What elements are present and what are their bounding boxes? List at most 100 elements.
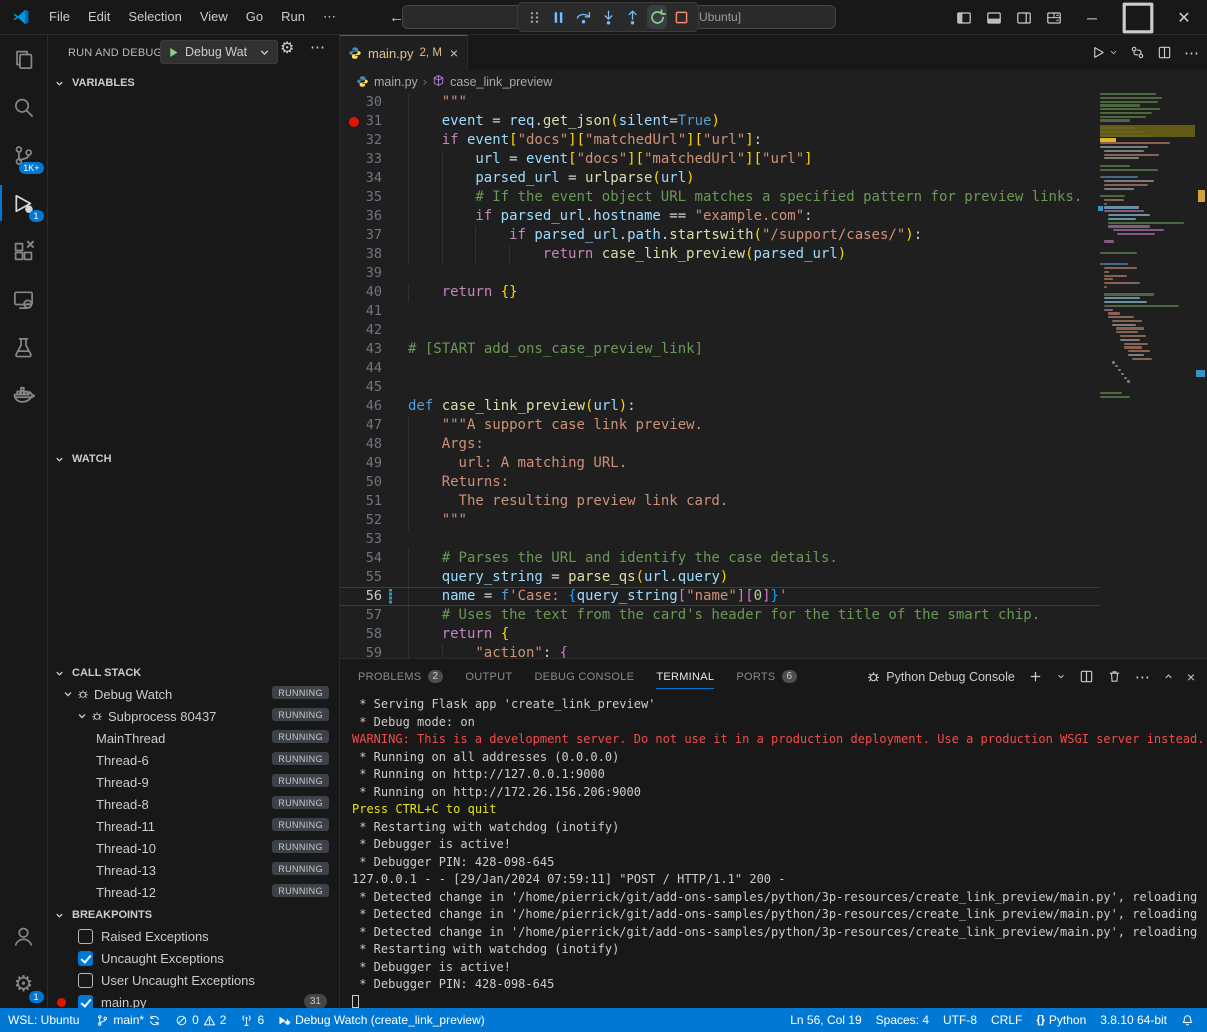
line-gutter[interactable]: 55 [340, 568, 408, 587]
activity-explorer[interactable] [0, 35, 48, 83]
line-gutter[interactable]: 54 [340, 549, 408, 568]
maximize-panel-icon[interactable] [1163, 669, 1174, 684]
line-gutter[interactable]: 33 [340, 150, 408, 169]
callstack-item[interactable]: Thread-9 RUNNING [48, 771, 339, 793]
line-gutter[interactable]: 56 [340, 587, 408, 606]
menu-selection[interactable]: Selection [119, 5, 190, 29]
debug-config-picker[interactable]: Debug Wat [160, 40, 278, 64]
activity-extensions[interactable] [0, 227, 48, 275]
callstack-item[interactable]: Debug Watch RUNNING [48, 683, 339, 705]
menu-view[interactable]: View [191, 5, 237, 29]
menu-file[interactable]: File [40, 5, 79, 29]
split-terminal-icon[interactable] [1079, 669, 1094, 684]
tab-main-py[interactable]: main.py 2, M × [340, 35, 468, 70]
run-python-file-icon[interactable] [1091, 44, 1118, 62]
line-gutter[interactable]: 40 [340, 283, 408, 302]
panel-tab-output[interactable]: OUTPUT [465, 659, 512, 694]
layout-sidebar-right-icon[interactable] [1009, 4, 1039, 32]
line-gutter[interactable]: 34 [340, 169, 408, 188]
gripper-icon[interactable] [524, 5, 545, 29]
line-gutter[interactable]: 32 [340, 131, 408, 150]
line-gutter[interactable]: 31 [340, 112, 408, 131]
line-gutter[interactable]: 41 [340, 302, 408, 321]
line-gutter[interactable]: 51 [340, 492, 408, 511]
line-gutter[interactable]: 45 [340, 378, 408, 397]
activity-accounts[interactable] [0, 912, 48, 960]
line-gutter[interactable]: 48 [340, 435, 408, 454]
split-editor-icon[interactable] [1157, 44, 1172, 62]
stop-icon[interactable] [671, 5, 692, 29]
status-3-8-10-64-bit[interactable]: 3.8.10 64-bit [1093, 1008, 1174, 1032]
section-breakpoints[interactable]: BREAKPOINTS [48, 905, 339, 925]
layout-panel-icon[interactable] [979, 4, 1009, 32]
status-spaces-4[interactable]: Spaces: 4 [869, 1008, 936, 1032]
layout-custom-icon[interactable] [1039, 4, 1069, 32]
new-terminal-icon[interactable] [1028, 669, 1043, 684]
breakpoint-item[interactable]: User Uncaught Exceptions [48, 969, 339, 991]
activity-docker[interactable] [0, 371, 48, 419]
activity-settings[interactable]: ⚙ 1 [0, 960, 48, 1008]
breakpoint-checkbox[interactable] [78, 951, 93, 966]
line-gutter[interactable]: 36 [340, 207, 408, 226]
menu-edit[interactable]: Edit [79, 5, 119, 29]
editor-more-actions[interactable]: ⋯ [1184, 44, 1199, 62]
line-gutter[interactable]: 46 [340, 397, 408, 416]
line-gutter[interactable]: 37 [340, 226, 408, 245]
close-button[interactable]: ✕ [1161, 0, 1207, 35]
callstack-item[interactable]: MainThread RUNNING [48, 727, 339, 749]
code-editor[interactable]: 30 """ 31 event = req.get_json(silent=Tr… [340, 93, 1207, 658]
status-crlf[interactable]: CRLF [984, 1008, 1029, 1032]
line-gutter[interactable]: 53 [340, 530, 408, 549]
pause-icon[interactable] [549, 5, 570, 29]
menu-more[interactable]: ⋯ [314, 5, 345, 29]
status-error[interactable]: 02 [168, 1008, 233, 1032]
debug-settings-gear-icon[interactable]: ⚙ [280, 41, 294, 57]
callstack-item[interactable]: Thread-13 RUNNING [48, 859, 339, 881]
maximize-button[interactable] [1115, 0, 1161, 35]
panel-tab-debug-console[interactable]: DEBUG CONSOLE [534, 659, 634, 694]
activity-testing[interactable] [0, 323, 48, 371]
start-debug-icon[interactable] [167, 46, 180, 59]
panel-tab-problems[interactable]: PROBLEMS2 [358, 659, 443, 694]
restart-icon[interactable] [647, 5, 668, 29]
activity-remote-explorer[interactable] [0, 275, 48, 323]
step-out-icon[interactable] [622, 5, 643, 29]
callstack-item[interactable]: Thread-10 RUNNING [48, 837, 339, 859]
terminal-output[interactable]: * Serving Flask app 'create_link_preview… [340, 694, 1207, 1008]
status-remote[interactable]: WSL: Ubuntu [0, 1008, 89, 1032]
status-utf-8[interactable]: UTF-8 [936, 1008, 984, 1032]
breadcrumb-symbol[interactable]: case_link_preview [450, 75, 552, 89]
minimize-button[interactable]: ─ [1069, 0, 1115, 35]
status-ln-56-col-19[interactable]: Ln 56, Col 19 [783, 1008, 868, 1032]
line-gutter[interactable]: 49 [340, 454, 408, 473]
status-branch[interactable]: main* [89, 1008, 168, 1032]
callstack-item[interactable]: Thread-11 RUNNING [48, 815, 339, 837]
sidebar-more-actions[interactable]: ⋯ [310, 38, 326, 56]
close-panel-icon[interactable]: × [1187, 669, 1195, 685]
minimap[interactable] [1100, 93, 1195, 658]
activity-run-and-debug[interactable]: 1 [0, 179, 48, 227]
tab-close-icon[interactable]: × [450, 45, 458, 61]
status-python[interactable]: {}Python [1029, 1008, 1093, 1032]
breakpoint-dot[interactable] [349, 117, 359, 127]
menu-run[interactable]: Run [272, 5, 314, 29]
line-gutter[interactable]: 38 [340, 245, 408, 264]
status-radio[interactable]: 6 [233, 1008, 271, 1032]
status-bell[interactable] [1174, 1008, 1201, 1032]
step-over-icon[interactable] [573, 5, 594, 29]
line-gutter[interactable]: 58 [340, 625, 408, 644]
callstack-item[interactable]: Thread-12 RUNNING [48, 881, 339, 903]
layout-sidebar-left-icon[interactable] [949, 4, 979, 32]
section-call-stack[interactable]: CALL STACK [48, 663, 339, 683]
open-changes-icon[interactable] [1130, 44, 1145, 62]
line-gutter[interactable]: 52 [340, 511, 408, 530]
line-gutter[interactable]: 42 [340, 321, 408, 340]
activity-search[interactable] [0, 83, 48, 131]
callstack-item[interactable]: Thread-6 RUNNING [48, 749, 339, 771]
line-gutter[interactable]: 59 [340, 644, 408, 658]
line-gutter[interactable]: 30 [340, 93, 408, 112]
terminal-instance[interactable]: Python Debug Console [866, 669, 1015, 684]
callstack-item[interactable]: Subprocess 80437 RUNNING [48, 705, 339, 727]
breakpoint-checkbox[interactable] [78, 973, 93, 988]
menu-go[interactable]: Go [237, 5, 272, 29]
